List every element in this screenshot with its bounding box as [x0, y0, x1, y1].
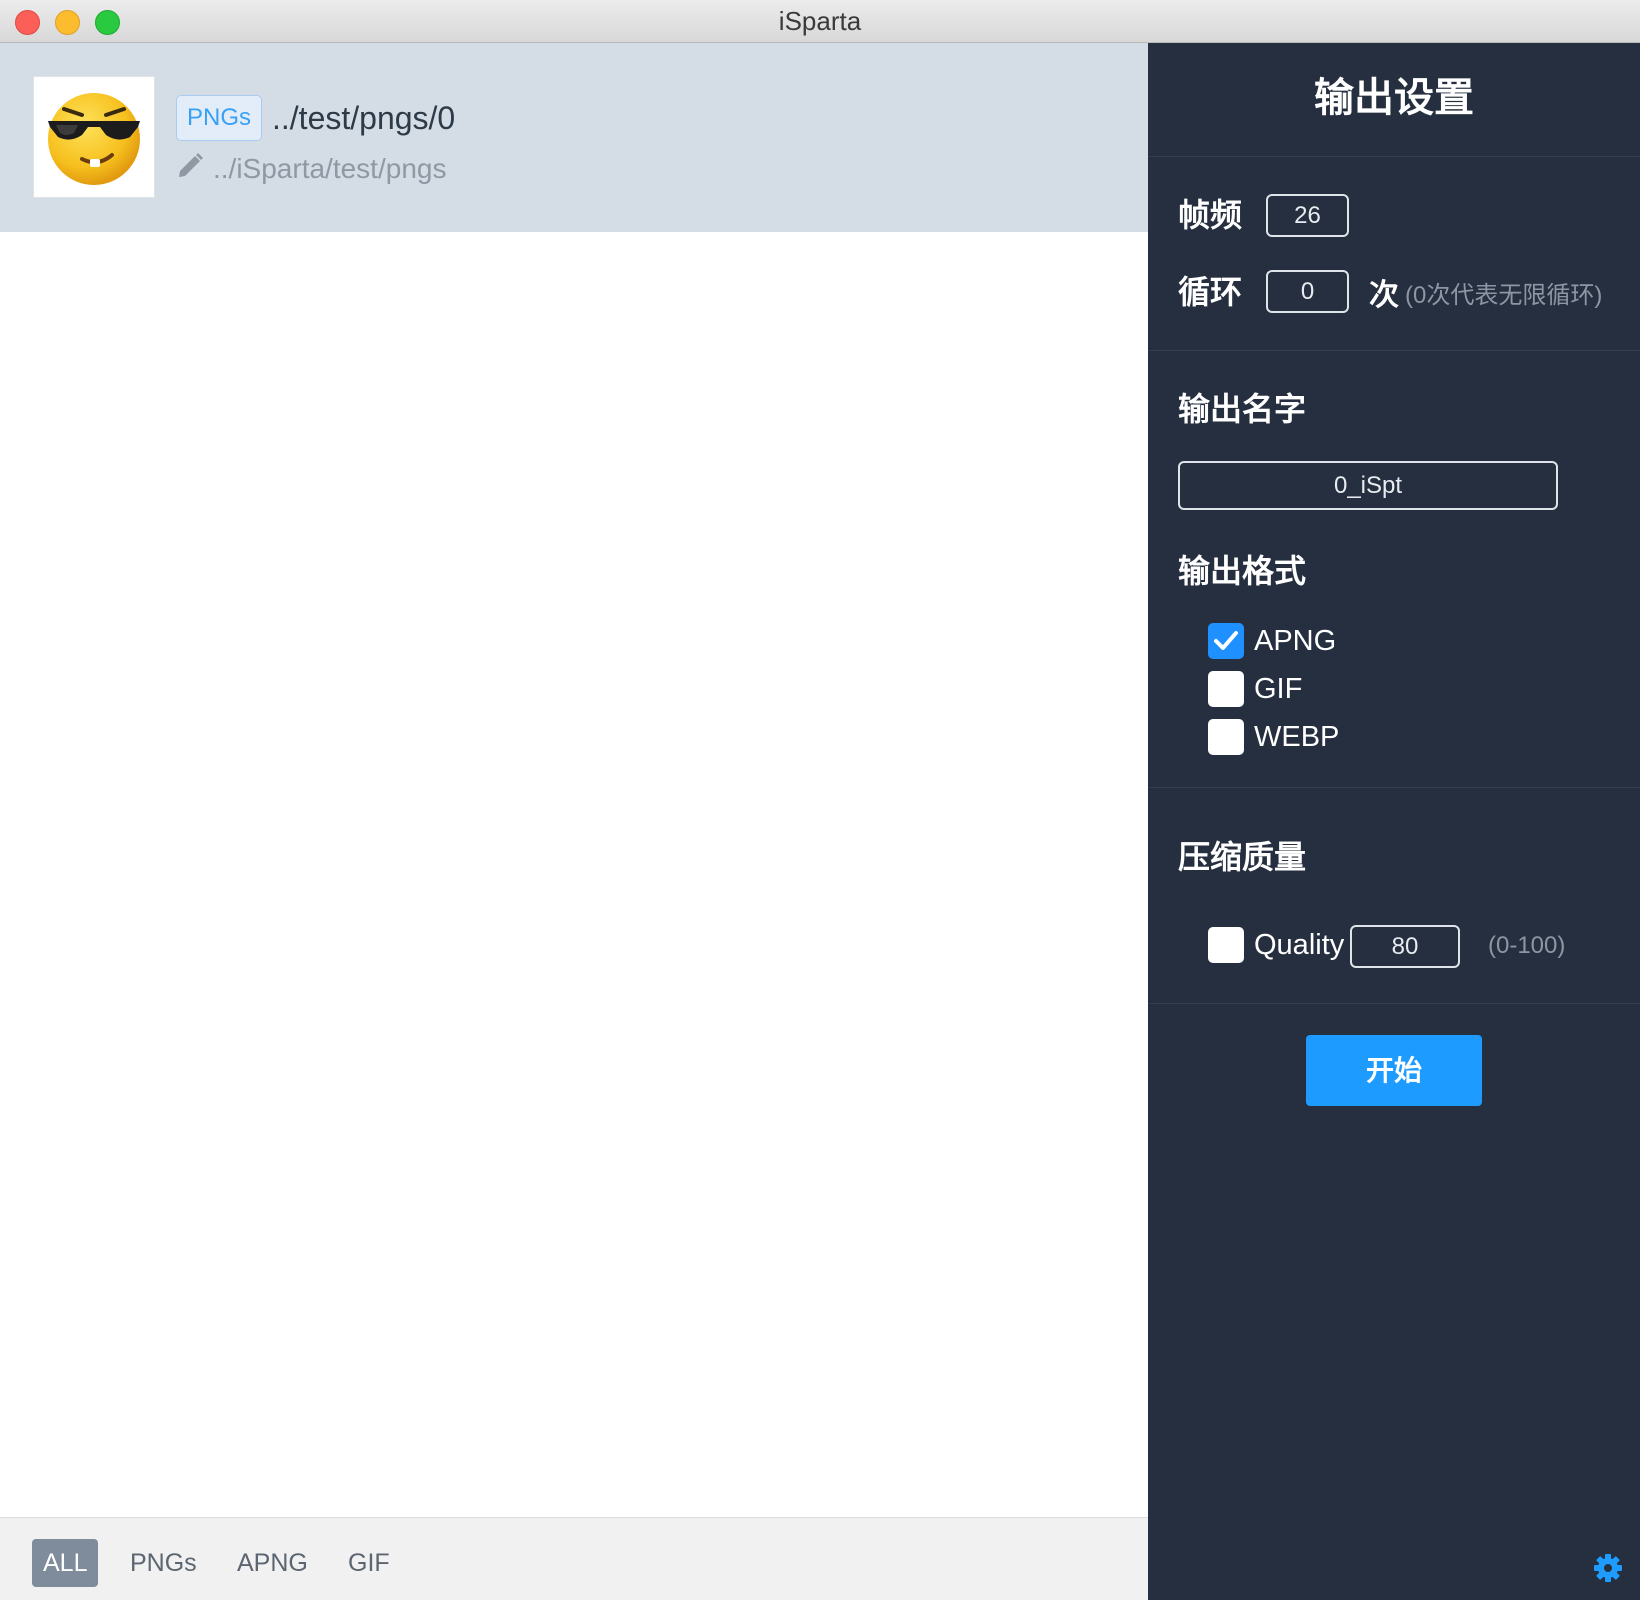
loop-unit: 次 — [1369, 279, 1399, 312]
quality-input[interactable]: 80 — [1350, 925, 1460, 968]
file-list-pane: PNGs ../test/pngs/0 ../iSparta/test/pngs — [0, 43, 1148, 1600]
settings-panel: 输出设置 帧频 26 循环 0 次 (0次代表无限循环) 输出名字 0_iSpt… — [1148, 43, 1640, 1600]
loop-label: 循环 — [1178, 274, 1243, 310]
panel-title: 输出设置 — [1314, 76, 1474, 120]
thumbnail — [33, 76, 155, 198]
webp-checkbox[interactable] — [1208, 719, 1244, 755]
gif-checkbox[interactable] — [1208, 671, 1244, 707]
quality-label[interactable]: Quality — [1254, 927, 1344, 963]
app-window: iSparta PNGs ../test/pngs/0 ../iSparta/t… — [0, 0, 1640, 1600]
filter-tab-bar: ALL PNGs APNG GIF — [0, 1517, 1148, 1600]
quality-section-label: 压缩质量 — [1178, 839, 1307, 875]
output-name-label: 输出名字 — [1178, 391, 1307, 427]
gear-icon[interactable] — [1593, 1553, 1623, 1583]
tab-apng[interactable]: APNG — [226, 1539, 319, 1587]
output-path[interactable]: ../iSparta/test/pngs — [213, 151, 446, 187]
pencil-icon[interactable] — [176, 152, 204, 180]
quality-hint: (0-100) — [1488, 932, 1566, 959]
webp-label[interactable]: WEBP — [1254, 719, 1339, 755]
item-name: ../test/pngs/0 — [272, 100, 456, 136]
apng-label[interactable]: APNG — [1254, 623, 1336, 659]
divider — [1148, 156, 1640, 157]
quality-checkbox[interactable] — [1208, 927, 1244, 963]
type-tag: PNGs — [176, 95, 262, 141]
output-format-label: 输出格式 — [1178, 553, 1307, 589]
divider — [1148, 1003, 1640, 1004]
framerate-input[interactable]: 26 — [1266, 194, 1349, 237]
tab-gif[interactable]: GIF — [337, 1539, 401, 1587]
tab-pngs[interactable]: PNGs — [119, 1539, 208, 1587]
title-bar: iSparta — [0, 0, 1640, 43]
output-name-input[interactable]: 0_iSpt — [1178, 461, 1558, 510]
start-button[interactable]: 开始 — [1306, 1035, 1482, 1106]
apng-checkbox[interactable] — [1208, 623, 1244, 659]
tab-all[interactable]: ALL — [32, 1539, 99, 1587]
loop-hint: (0次代表无限循环) — [1405, 282, 1603, 309]
framerate-label: 帧频 — [1178, 197, 1243, 233]
divider — [1148, 350, 1640, 351]
window-title: iSparta — [778, 6, 862, 36]
checkmark-icon — [1214, 631, 1238, 650]
sunglasses-emoji-icon — [48, 93, 140, 185]
gif-label[interactable]: GIF — [1254, 671, 1302, 707]
list-item[interactable]: PNGs ../test/pngs/0 ../iSparta/test/pngs — [0, 43, 1148, 232]
loop-input[interactable]: 0 — [1266, 270, 1349, 313]
divider — [1148, 787, 1640, 788]
